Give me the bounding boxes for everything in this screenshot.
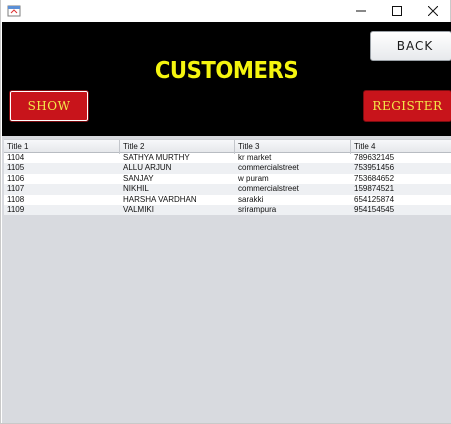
table-cell: sarakki — [238, 194, 264, 204]
java-app-icon — [7, 5, 21, 17]
table-cell: NIKHIL — [123, 184, 149, 194]
table-cell: HARSHA VARDHAN — [123, 194, 197, 204]
table-row[interactable]: 1107 NIKHIL commercialstreet 159874521 — [4, 184, 451, 195]
table-cell: 1106 — [7, 173, 25, 183]
register-button[interactable]: REGISTER — [363, 90, 451, 122]
title-bar — [1, 0, 450, 22]
column-header-1[interactable]: Title 1 — [4, 140, 120, 154]
column-header-2[interactable]: Title 2 — [120, 140, 235, 154]
customers-window: CUSTOMERS BACK SHOW REGISTER Title 1 Tit… — [0, 0, 451, 424]
table-body: 1104 SATHYA MURTHY kr market 789632145 1… — [4, 153, 451, 216]
table-cell: VALMIKI — [123, 204, 154, 214]
table-cell: 789632145 — [354, 153, 395, 162]
column-header-4[interactable]: Title 4 — [351, 140, 451, 154]
table-row[interactable]: 1109 VALMIKI srirampura 954154545 — [4, 204, 451, 216]
table-row[interactable]: 1105 ALLU ARJUN commercialstreet 7539514… — [4, 163, 451, 174]
table-cell: 753951456 — [354, 163, 395, 173]
table-cell: 1104 — [7, 153, 25, 162]
customers-table: Title 1 Title 2 Title 3 Title 4 1104 SAT… — [4, 139, 451, 216]
table-cell: 1107 — [7, 184, 25, 194]
table-row[interactable]: 1104 SATHYA MURTHY kr market 789632145 — [4, 153, 451, 164]
table-cell: commercialstreet — [238, 184, 299, 194]
table-row[interactable]: 1106 SANJAY w puram 753684652 — [4, 173, 451, 185]
table-cell: 1105 — [7, 163, 25, 173]
table-cell: 954154545 — [354, 204, 395, 214]
table-cell: SATHYA MURTHY — [123, 153, 190, 162]
table-cell: 753684652 — [354, 173, 395, 183]
show-button[interactable]: SHOW — [9, 90, 89, 122]
page-title: CUSTOMERS — [154, 58, 299, 84]
back-button[interactable]: BACK — [370, 31, 451, 61]
table-cell: 1109 — [7, 204, 25, 214]
table-header: Title 1 Title 2 Title 3 Title 4 — [4, 139, 451, 154]
minimize-icon[interactable] — [343, 0, 379, 22]
header-panel: CUSTOMERS BACK SHOW REGISTER — [2, 22, 451, 136]
table-cell: commercialstreet — [238, 163, 299, 173]
table-cell: srirampura — [238, 204, 277, 214]
table-cell: 1108 — [7, 194, 25, 204]
table-row[interactable]: 1108 HARSHA VARDHAN sarakki 654125874 — [4, 194, 451, 205]
table-cell: ALLU ARJUN — [123, 163, 172, 173]
close-icon[interactable] — [415, 0, 451, 22]
table-cell: kr market — [238, 153, 272, 162]
table-cell: SANJAY — [123, 173, 154, 183]
column-header-3[interactable]: Title 3 — [235, 140, 351, 154]
table-scroll-area[interactable]: Title 1 Title 2 Title 3 Title 4 1104 SAT… — [2, 136, 451, 423]
table-cell: 654125874 — [354, 194, 395, 204]
maximize-icon[interactable] — [379, 0, 415, 22]
table-cell: w puram — [238, 173, 269, 183]
table-cell: 159874521 — [354, 184, 395, 194]
